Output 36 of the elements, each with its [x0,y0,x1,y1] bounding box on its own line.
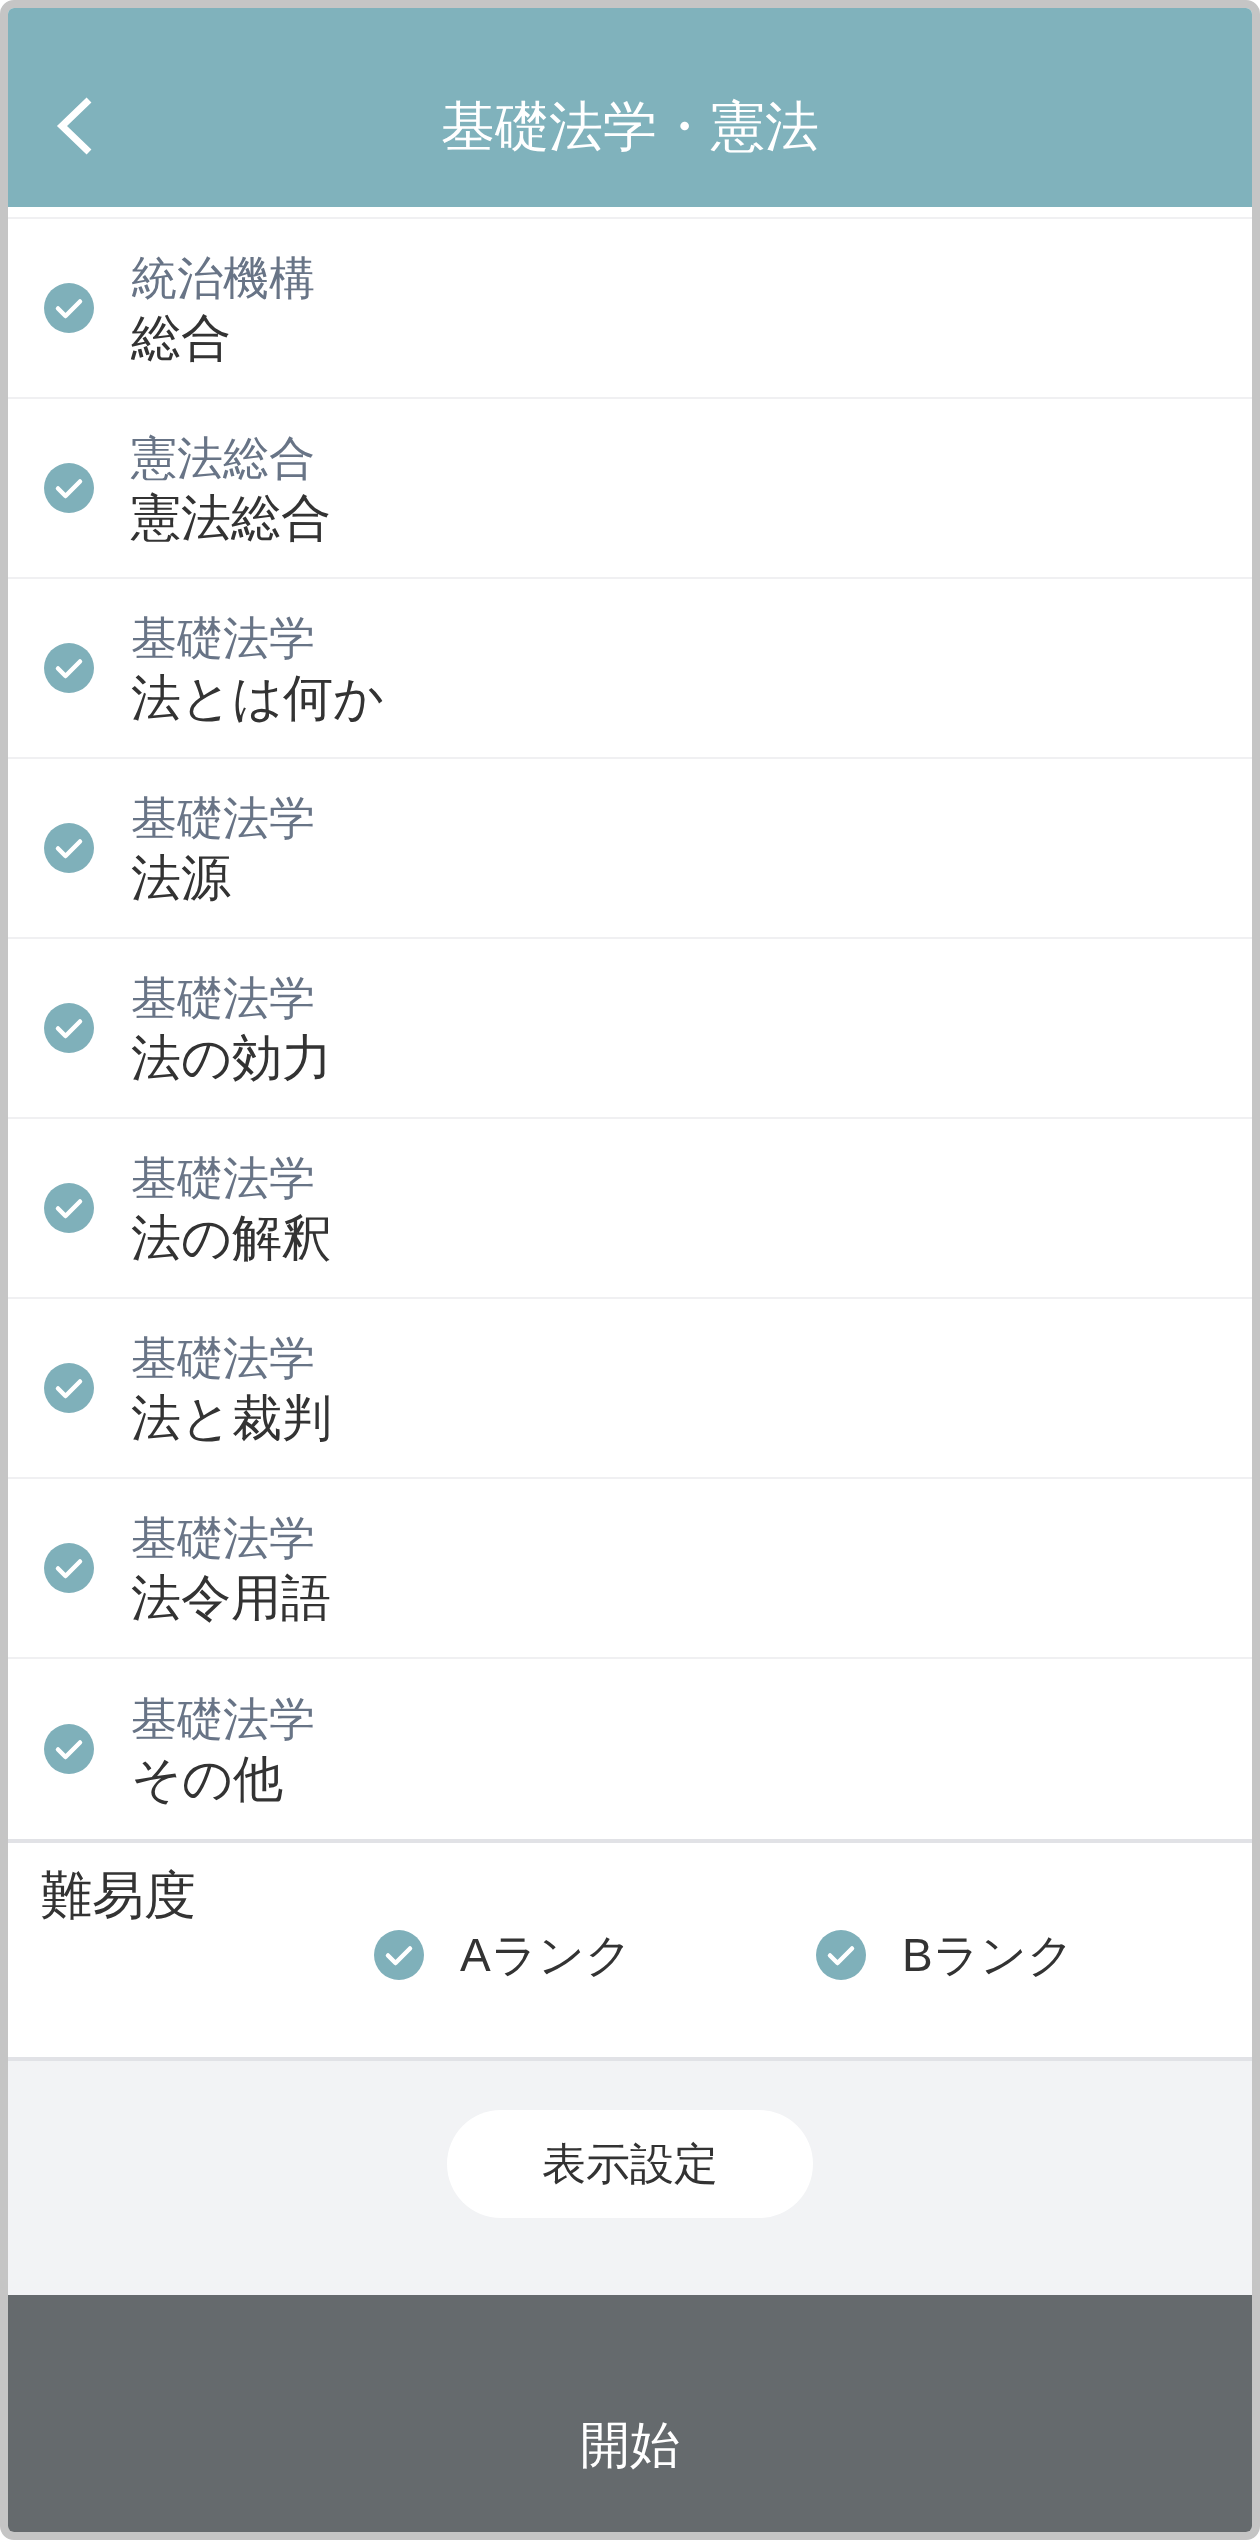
check-circle-icon[interactable] [816,1930,866,1980]
check-circle-icon[interactable] [44,463,94,513]
topic-label: 法源 [131,849,231,908]
rank-label: Aランク [460,1928,632,1982]
check-circle-icon[interactable] [44,643,94,693]
topic-label: 総合 [131,309,231,368]
check-circle-icon[interactable] [44,823,94,873]
check-circle-icon[interactable] [44,1003,94,1053]
category-label: 基礎法学 [131,971,315,1026]
back-icon[interactable] [56,96,94,155]
category-label: 基礎法学 [131,1692,315,1747]
start-button[interactable]: 開始 [8,2295,1252,2532]
check-circle-icon[interactable] [44,283,94,333]
category-label: 統治機構 [131,251,315,306]
category-label: 基礎法学 [131,791,315,846]
check-circle-icon[interactable] [44,1724,94,1774]
check-circle-icon[interactable] [44,1363,94,1413]
category-label: 基礎法学 [131,1331,315,1386]
check-circle-icon[interactable] [44,1543,94,1593]
category-label: 基礎法学 [131,1511,315,1566]
topic-label: 法と裁判 [131,1389,332,1448]
topic-label: その他 [131,1750,283,1809]
display-settings-button[interactable]: 表示設定 [447,2110,813,2218]
category-label: 基礎法学 [131,1151,315,1206]
topic-label: 法令用語 [131,1569,331,1628]
category-label: 基礎法学 [131,611,315,666]
rank-label: Bランク [902,1928,1074,1982]
check-circle-icon[interactable] [374,1930,424,1980]
topic-label: 法とは何か [131,669,384,728]
difficulty-label: 難易度 [40,1865,196,1925]
check-circle-icon[interactable] [44,1183,94,1233]
topic-label: 憲法総合 [131,489,331,548]
topic-label: 法の効力 [131,1029,332,1088]
category-label: 憲法総合 [131,431,315,486]
topic-label: 法の解釈 [131,1209,332,1268]
header-title: 基礎法学・憲法 [441,94,819,158]
